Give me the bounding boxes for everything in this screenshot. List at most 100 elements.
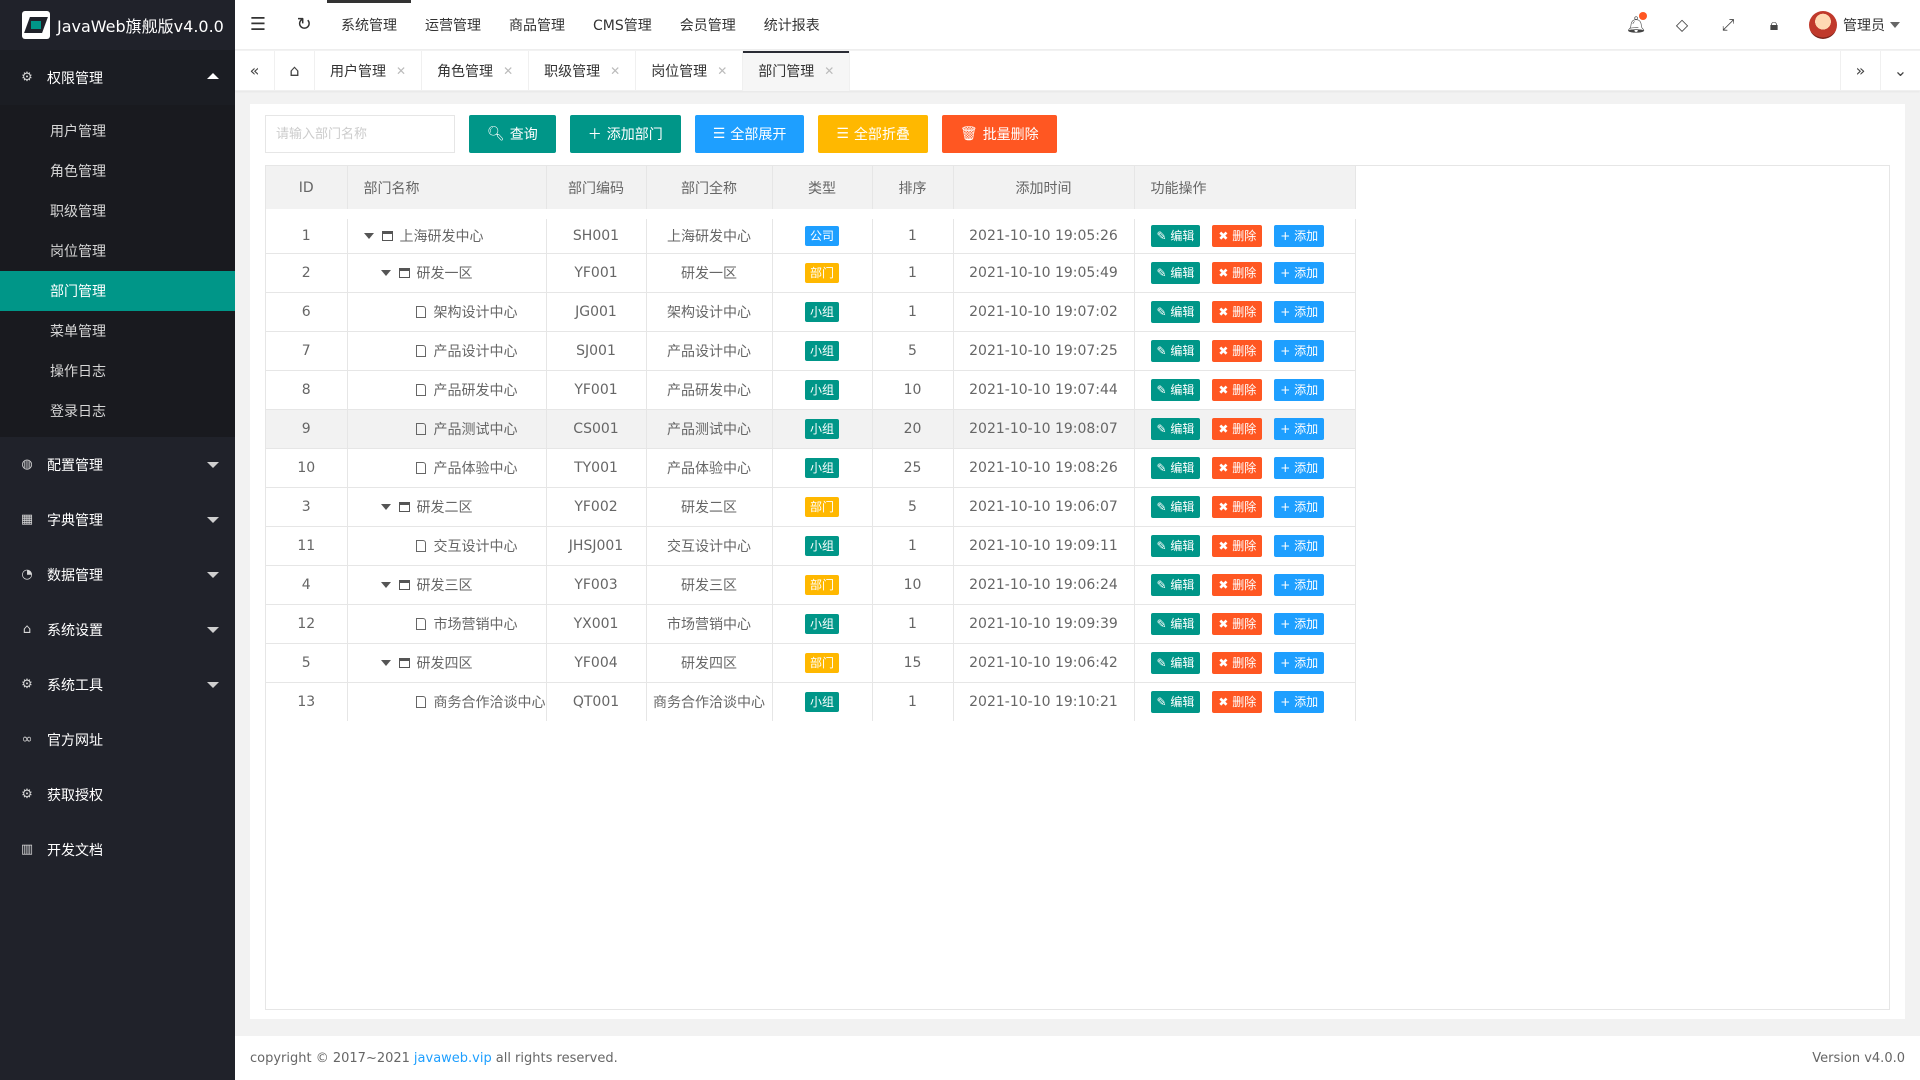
edit-button[interactable]: ✎ 编辑 [1150,573,1201,596]
refresh-icon[interactable]: ↻ [281,0,327,50]
edit-button[interactable]: ✎ 编辑 [1150,378,1201,401]
sidebar-item-0[interactable]: 用户管理 [0,111,235,151]
close-icon[interactable]: ✕ [717,64,727,78]
top-nav-item-2[interactable]: 商品管理 [495,0,579,50]
table-row[interactable]: 3 研发二区 YF002 研发二区 部门 5 2021-10-10 19:06:07 ✎ 编辑… [266,487,1356,526]
tab-4[interactable]: 部门管理 ✕ [743,50,851,91]
edit-button[interactable]: ✎ 编辑 [1150,300,1201,323]
add-child-button[interactable]: + 添加 [1274,534,1325,557]
top-nav-item-1[interactable]: 运营管理 [411,0,495,50]
delete-button[interactable]: ✖ 删除 [1212,417,1263,440]
add-child-button[interactable]: + 添加 [1274,378,1325,401]
tab-3[interactable]: 岗位管理 ✕ [636,50,744,91]
sidebar-item-2[interactable]: 职级管理 [0,191,235,231]
lock-icon[interactable]: 🔒︎ [1751,15,1797,35]
edit-button[interactable]: ✎ 编辑 [1150,339,1201,362]
add-child-button[interactable]: + 添加 [1274,417,1325,440]
delete-button[interactable]: ✖ 删除 [1212,573,1263,596]
caret-down-icon[interactable] [380,269,391,276]
bell-icon[interactable]: 🔔︎ [1613,12,1659,34]
sidebar-item-5[interactable]: 菜单管理 [0,311,235,351]
tabs-menu-icon[interactable]: ⌄ [1880,50,1920,91]
add-child-button[interactable]: + 添加 [1274,456,1325,479]
tabs-right-icon[interactable]: » [1840,50,1880,91]
table-row[interactable]: 11 交互设计中心 JHSJ001 交互设计中心 小组 1 2021-10-10 19:09… [266,526,1356,565]
delete-button[interactable]: ✖ 删除 [1212,495,1263,518]
edit-button[interactable]: ✎ 编辑 [1150,612,1201,635]
sidebar-item-7[interactable]: 登录日志 [0,391,235,431]
top-nav-item-4[interactable]: 会员管理 [666,0,750,50]
table-row[interactable]: 2 研发一区 YF001 研发一区 部门 1 2021-10-10 19:05:49 ✎ 编辑… [266,253,1356,292]
add-child-button[interactable]: + 添加 [1274,261,1325,284]
delete-button[interactable]: ✖ 删除 [1212,300,1263,323]
batch-delete-button[interactable]: 🗑︎ 批量删除 [941,115,1057,153]
query-button[interactable]: 🔍︎ 查询 [469,115,556,153]
delete-button[interactable]: ✖ 删除 [1212,378,1263,401]
fullscreen-icon[interactable]: ⤢ [1705,15,1751,35]
tabs-left-icon[interactable]: « [235,50,275,91]
tab-2[interactable]: 职级管理 ✕ [529,50,637,91]
edit-button[interactable]: ✎ 编辑 [1150,651,1201,674]
delete-button[interactable]: ✖ 删除 [1212,224,1263,247]
menu-toggle-icon[interactable]: ☰ [235,0,281,50]
user-menu[interactable]: 管理员 [1809,10,1900,39]
edit-button[interactable]: ✎ 编辑 [1150,261,1201,284]
add-child-button[interactable]: + 添加 [1274,612,1325,635]
sidebar-group-8[interactable]: ▥ 开发文档 [0,822,235,877]
collapse-all-button[interactable]: ☰ 全部折叠 [818,115,928,153]
close-icon[interactable]: ✕ [610,64,620,78]
top-nav-item-0[interactable]: 系统管理 [327,0,411,50]
expand-all-button[interactable]: ☰ 全部展开 [694,115,805,153]
add-child-button[interactable]: + 添加 [1274,339,1325,362]
delete-button[interactable]: ✖ 删除 [1212,261,1263,284]
top-nav-item-5[interactable]: 统计报表 [750,0,834,50]
table-row[interactable]: 8 产品研发中心 YF001 产品研发中心 小组 10 2021-10-10 19:07:4… [266,370,1356,409]
delete-button[interactable]: ✖ 删除 [1212,456,1263,479]
add-child-button[interactable]: + 添加 [1274,651,1325,674]
add-child-button[interactable]: + 添加 [1274,690,1325,713]
sidebar-group-2[interactable]: ▦ 字典管理 [0,492,235,547]
delete-button[interactable]: ✖ 删除 [1212,534,1263,557]
table-row[interactable]: 13 商务合作洽谈中心 QT001 商务合作洽谈中心 小组 1 2021-10-10 19:… [266,682,1356,721]
close-icon[interactable]: ✕ [503,64,513,78]
sidebar-group-0[interactable]: ⚙ 权限管理 [0,50,235,105]
sidebar-group-5[interactable]: ⚙ 系统工具 [0,657,235,712]
edit-button[interactable]: ✎ 编辑 [1150,534,1201,557]
edit-button[interactable]: ✎ 编辑 [1150,224,1201,247]
delete-button[interactable]: ✖ 删除 [1212,339,1263,362]
top-nav-item-3[interactable]: CMS管理 [579,0,666,50]
table-row[interactable]: 10 产品体验中心 TY001 产品体验中心 小组 25 2021-10-10 19:08:… [266,448,1356,487]
sidebar-group-3[interactable]: ◔ 数据管理 [0,547,235,602]
table-row[interactable]: 6 架构设计中心 JG001 架构设计中心 小组 1 2021-10-10 19:07:02… [266,292,1356,331]
delete-button[interactable]: ✖ 删除 [1212,612,1263,635]
table-row[interactable]: 5 研发四区 YF004 研发四区 部门 15 2021-10-10 19:06:42 ✎ 编… [266,643,1356,682]
sidebar-group-7[interactable]: ⚙ 获取授权 [0,767,235,822]
sidebar-group-1[interactable]: ◍ 配置管理 [0,437,235,492]
search-input[interactable] [265,115,455,153]
add-department-button[interactable]: ＋添加部门 [569,115,681,153]
table-row[interactable]: 7 产品设计中心 SJ001 产品设计中心 小组 5 2021-10-10 19:07:25… [266,331,1356,370]
add-child-button[interactable]: + 添加 [1274,573,1325,596]
edit-button[interactable]: ✎ 编辑 [1150,690,1201,713]
sidebar-item-4[interactable]: 部门管理 [0,271,235,311]
app-logo[interactable]: JavaWeb旗舰版v4.0.0 [0,0,235,50]
sidebar-item-3[interactable]: 岗位管理 [0,231,235,271]
close-icon[interactable]: ✕ [396,64,406,78]
tab-1[interactable]: 角色管理 ✕ [422,50,530,91]
table-row[interactable]: 1 上海研发中心 SH001 上海研发中心 公司 1 2021-10-10 19:05:26… [266,209,1356,253]
delete-button[interactable]: ✖ 删除 [1212,651,1263,674]
caret-down-icon[interactable] [363,232,374,239]
edit-button[interactable]: ✎ 编辑 [1150,417,1201,440]
sidebar-item-1[interactable]: 角色管理 [0,151,235,191]
add-child-button[interactable]: + 添加 [1274,495,1325,518]
close-icon[interactable]: ✕ [824,64,834,78]
caret-down-icon[interactable] [380,503,391,510]
tag-icon[interactable]: ◇ [1659,15,1705,34]
home-tab-icon[interactable]: ⌂ [275,50,315,91]
caret-down-icon[interactable] [380,659,391,666]
sidebar-group-4[interactable]: ⌂ 系统设置 [0,602,235,657]
table-row[interactable]: 9 产品测试中心 CS001 产品测试中心 小组 20 2021-10-10 19:08:0… [266,409,1356,448]
add-child-button[interactable]: + 添加 [1274,224,1325,247]
footer-link[interactable]: javaweb.vip [414,1051,492,1066]
table-row[interactable]: 4 研发三区 YF003 研发三区 部门 10 2021-10-10 19:06:24 ✎ 编… [266,565,1356,604]
